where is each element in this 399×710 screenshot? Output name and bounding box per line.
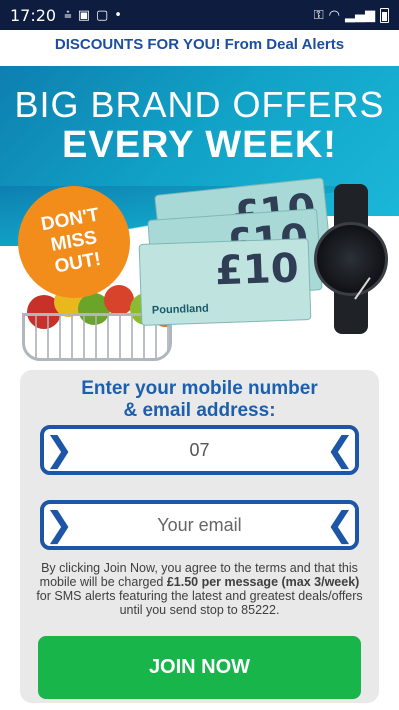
hero-headline-2: EVERY WEEK!	[62, 124, 337, 166]
voucher-brand: Poundland	[151, 302, 209, 317]
join-now-button[interactable]: JOIN NOW	[38, 636, 361, 699]
status-icons: ⚿ ◠ ▂▄▆	[313, 7, 389, 23]
vpn-key-icon: ⚿	[313, 7, 324, 23]
voucher-stack: £10 £10 £10 Poundland	[138, 177, 332, 326]
terms-text: By clicking Join Now, you agree to the t…	[32, 561, 367, 617]
form-title: Enter your mobile number & email address…	[20, 378, 379, 422]
voucher-amount: £10	[214, 245, 300, 295]
signal-icon: ▂▄▆	[345, 7, 375, 23]
terms-text-end: for SMS alerts featuring the latest and …	[36, 589, 363, 617]
wifi-icon: ◠	[328, 7, 340, 23]
status-bar: 17:20 ⩮ ▣ ▢ • ⚿ ◠ ▂▄▆	[0, 0, 399, 30]
deal-alerts-banner: DISCOUNTS FOR YOU! From Deal Alerts	[54, 36, 345, 53]
mobile-number-input[interactable]	[74, 429, 325, 471]
chevron-left-icon: ❮	[325, 505, 355, 545]
email-input[interactable]	[74, 504, 325, 546]
image-icon: ▣	[77, 7, 90, 23]
status-time: 17:20	[10, 5, 57, 25]
chevron-right-icon: ❯	[44, 430, 74, 470]
mobile-field-wrapper: ❯ ❮	[40, 425, 359, 475]
smartwatch-image	[312, 184, 390, 334]
app-icon: ▢	[96, 7, 109, 23]
form-title-line-2: & email address:	[123, 400, 276, 421]
cast-icon: ⩮	[64, 7, 72, 23]
dot-icon: •	[114, 7, 122, 23]
battery-icon	[380, 7, 389, 23]
form-title-line-1: Enter your mobile number	[81, 378, 318, 399]
chevron-right-icon: ❯	[44, 505, 74, 545]
signup-form: Enter your mobile number & email address…	[20, 370, 379, 703]
watch-face	[314, 222, 388, 300]
voucher: £10 Poundland	[138, 238, 312, 326]
terms-price: £1.50 per message (max 3/week)	[166, 575, 360, 589]
hero-image: BIG BRAND OFFERS EVERY WEEK! DON'T MISS …	[0, 66, 399, 366]
chevron-left-icon: ❮	[325, 430, 355, 470]
hero-headline-1: BIG BRAND OFFERS	[14, 84, 385, 125]
email-field-wrapper: ❯ ❮	[40, 500, 359, 550]
